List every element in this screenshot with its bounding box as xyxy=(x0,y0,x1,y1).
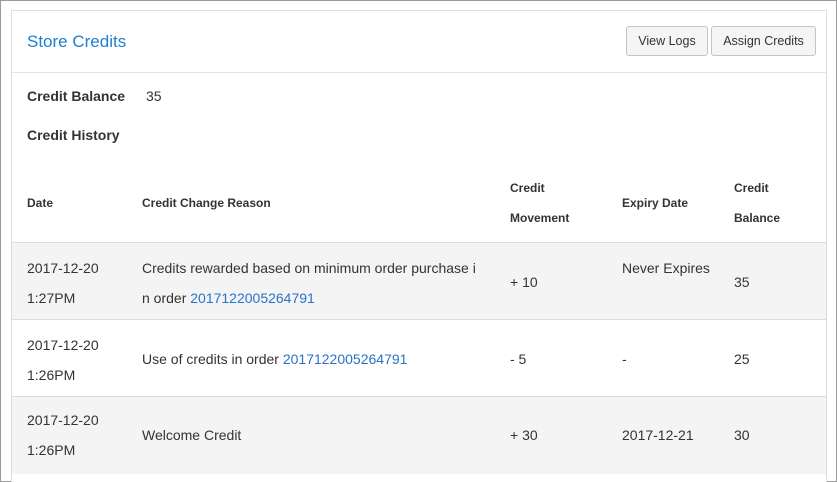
row-movement: + 10 xyxy=(510,274,538,290)
row-movement: + 30 xyxy=(510,427,538,443)
table-row: 2017-12-20 1:26PM Use of credits in orde… xyxy=(12,319,826,397)
row-reason-text: Use of credits in order xyxy=(142,351,283,367)
row-date-time: 1:26PM xyxy=(27,442,76,458)
column-header-balance-line1: Credit xyxy=(734,181,769,195)
row-balance: 30 xyxy=(734,427,750,443)
row-expiry: Never Expires xyxy=(622,260,710,276)
column-header-movement: Credit Movement xyxy=(510,173,569,233)
row-movement: - 5 xyxy=(510,351,527,367)
order-link[interactable]: 2017122005264791 xyxy=(190,290,315,306)
column-header-balance: Credit Balance xyxy=(734,173,780,233)
row-expiry: - xyxy=(622,351,627,367)
row-reason-text: Welcome Credit xyxy=(142,427,242,443)
row-date-day: 2017-12-20 xyxy=(27,260,99,276)
assign-credits-button[interactable]: Assign Credits xyxy=(711,26,816,56)
column-header-movement-line1: Credit xyxy=(510,181,545,195)
row-date-day: 2017-12-20 xyxy=(27,412,99,428)
column-header-date: Date xyxy=(27,196,54,210)
column-header-reason: Credit Change Reason xyxy=(142,196,271,210)
order-link[interactable]: 2017122005264791 xyxy=(283,351,408,367)
row-expiry: 2017-12-21 xyxy=(622,427,694,443)
row-date: 2017-12-20 1:27PM xyxy=(27,253,127,313)
row-reason: Credits rewarded based on minimum order … xyxy=(142,253,482,313)
credit-history-title: Credit History xyxy=(27,127,120,143)
row-date: 2017-12-20 1:26PM xyxy=(27,330,127,390)
row-balance: 35 xyxy=(734,274,750,290)
column-header-balance-line2: Balance xyxy=(734,211,781,225)
store-credits-panel: Store Credits View Logs Assign Credits C… xyxy=(11,10,827,482)
row-reason: Use of credits in order 2017122005264791 xyxy=(142,344,482,374)
column-header-expiry: Expiry Date xyxy=(622,196,689,210)
row-date-time: 1:26PM xyxy=(27,367,76,383)
table-row: 2017-12-20 1:27PM Credits rewarded based… xyxy=(12,242,826,320)
row-date-time: 1:27PM xyxy=(27,290,76,306)
panel-header: Store Credits View Logs Assign Credits xyxy=(12,11,826,73)
row-date-day: 2017-12-20 xyxy=(27,337,99,353)
row-balance: 25 xyxy=(734,351,750,367)
credit-balance-value: 35 xyxy=(146,88,162,104)
column-header-movement-line2: Movement xyxy=(510,211,570,225)
panel-title: Store Credits xyxy=(27,32,127,51)
row-reason: Welcome Credit xyxy=(142,420,482,450)
window-frame: Store Credits View Logs Assign Credits C… xyxy=(0,0,837,482)
table-row: 2017-12-20 1:26PM Welcome Credit + 30 20… xyxy=(12,396,826,474)
row-date: 2017-12-20 1:26PM xyxy=(27,405,127,465)
credit-balance-label: Credit Balance xyxy=(27,88,126,104)
view-logs-button[interactable]: View Logs xyxy=(626,26,708,56)
